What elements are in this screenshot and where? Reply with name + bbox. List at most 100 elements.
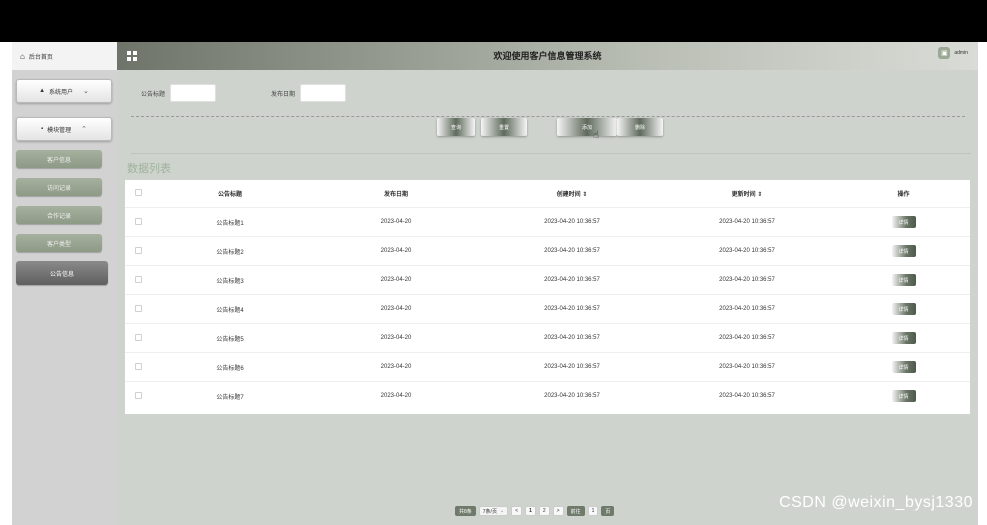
cell-updated: 2023-04-20 10:36:57: [719, 364, 775, 370]
goto-page-input[interactable]: 1: [587, 506, 599, 516]
user-icon: ▲: [39, 88, 46, 94]
detail-button[interactable]: 详情: [891, 216, 916, 228]
detail-button[interactable]: 详情: [891, 245, 916, 257]
cell-title: 公告标题2: [216, 249, 244, 256]
column-header: 发布日期: [383, 192, 408, 198]
browser-top-bar: [0, 0, 987, 42]
date-filter-input[interactable]: [300, 84, 347, 102]
section-title: 数据列表: [127, 163, 171, 175]
sidebar-group-label: 模块管理: [47, 127, 72, 134]
reset-button[interactable]: 重置: [481, 118, 527, 136]
chevron-up-icon: ⌃: [81, 126, 88, 133]
sidebar-item-label: 访问记录: [46, 185, 71, 192]
goto-label: 前往: [566, 506, 585, 516]
cell-date: 2023-04-20: [380, 306, 412, 312]
cell-created: 2023-04-20 10:36:57: [544, 306, 600, 312]
sidebar-item-label: 客户类型: [46, 241, 71, 248]
sidebar-item-label: 公告信息: [49, 271, 74, 278]
row-checkbox[interactable]: [135, 391, 142, 399]
sidebar-item-announcements[interactable]: 公告信息: [16, 261, 108, 285]
total-count: 共8条: [455, 506, 476, 516]
table-row: 公告标题1 2023-04-20 2023-04-20 10:36:57 202…: [125, 207, 970, 236]
column-header[interactable]: 更新时间 ⇕: [657, 189, 837, 198]
table-header: 公告标题 发布日期 创建时间 ⇕ 更新时间 ⇕ 操作: [125, 180, 970, 207]
cell-title: 公告标题1: [216, 220, 244, 227]
row-checkbox[interactable]: [135, 246, 142, 254]
next-page-button[interactable]: >: [552, 506, 564, 516]
sidebar-item-cooperation-records[interactable]: 合作记录: [16, 206, 102, 224]
row-checkbox[interactable]: [135, 362, 142, 370]
app-window: ⌂ 后台首页 ▲ 系统用户 ⌄ ▪ 模块管理 ⌃ 客户信息 访问记录 合作记录 …: [12, 42, 978, 525]
detail-button[interactable]: 详情: [891, 274, 916, 286]
user-menu[interactable]: ▣ admin: [938, 47, 968, 59]
column-header: 公告标题: [217, 192, 242, 198]
date-filter-label: 发布日期: [271, 91, 296, 98]
cell-date: 2023-04-20: [380, 277, 412, 283]
avatar-icon: ▣: [938, 47, 951, 59]
title-filter-input[interactable]: [170, 84, 217, 102]
cell-updated: 2023-04-20 10:36:57: [719, 248, 775, 254]
cell-title: 公告标题5: [216, 336, 244, 343]
cell-date: 2023-04-20: [380, 364, 412, 370]
sidebar-group-module-management[interactable]: ▪ 模块管理 ⌃: [16, 117, 112, 141]
row-checkbox[interactable]: [135, 333, 142, 341]
table-row: 公告标题3 2023-04-20 2023-04-20 10:36:57 202…: [125, 265, 970, 294]
main-content: 欢迎使用客户信息管理系统 ▣ admin 公告标题 发布日期 查询 重置 添加 …: [117, 42, 978, 525]
cell-created: 2023-04-20 10:36:57: [544, 248, 600, 254]
page-suffix: 页: [601, 506, 615, 516]
page-title: 欢迎使用客户信息管理系统: [493, 51, 602, 61]
cell-title: 公告标题3: [216, 278, 244, 285]
cell-created: 2023-04-20 10:36:57: [544, 277, 600, 283]
sidebar-item-customer-info[interactable]: 客户信息: [16, 150, 102, 168]
row-checkbox[interactable]: [135, 275, 142, 283]
sidebar-item-customer-type[interactable]: 客户类型: [16, 234, 102, 252]
cell-created: 2023-04-20 10:36:57: [544, 335, 600, 341]
prev-page-button[interactable]: <: [511, 506, 523, 516]
sidebar-group-label: 系统用户: [49, 89, 74, 96]
cell-date: 2023-04-20: [380, 248, 412, 254]
cell-updated: 2023-04-20 10:36:57: [719, 335, 775, 341]
page-size-select[interactable]: 7条/页 ⌄: [478, 506, 509, 516]
column-header[interactable]: 创建时间 ⇕: [487, 189, 657, 198]
delete-button[interactable]: 删除: [617, 118, 663, 136]
detail-button[interactable]: 详情: [891, 332, 916, 344]
cell-title: 公告标题7: [216, 394, 244, 401]
cell-updated: 2023-04-20 10:36:57: [719, 219, 775, 225]
header-bar: 欢迎使用客户信息管理系统 ▣ admin: [117, 42, 978, 70]
cell-updated: 2023-04-20 10:36:57: [719, 277, 775, 283]
page-2-button[interactable]: 2: [538, 506, 550, 516]
detail-button[interactable]: 详情: [891, 390, 916, 402]
sidebar-item-visit-records[interactable]: 访问记录: [16, 178, 102, 196]
home-icon: ⌂: [20, 51, 25, 61]
chevron-down-icon: ⌄: [83, 88, 89, 95]
detail-button[interactable]: 详情: [891, 361, 916, 373]
sidebar-group-system-users[interactable]: ▲ 系统用户 ⌄: [16, 79, 112, 103]
cell-created: 2023-04-20 10:36:57: [544, 364, 600, 370]
divider: [131, 153, 971, 154]
sidebar: ⌂ 后台首页 ▲ 系统用户 ⌄ ▪ 模块管理 ⌃ 客户信息 访问记录 合作记录 …: [12, 42, 117, 525]
cell-created: 2023-04-20 10:36:57: [544, 219, 600, 225]
cell-title: 公告标题4: [216, 307, 244, 314]
table-row: 公告标题7 2023-04-20 2023-04-20 10:36:57 202…: [125, 381, 970, 410]
row-checkbox[interactable]: [135, 217, 142, 225]
title-filter-label: 公告标题: [141, 91, 166, 98]
table-row: 公告标题6 2023-04-20 2023-04-20 10:36:57 202…: [125, 352, 970, 381]
table-row: 公告标题5 2023-04-20 2023-04-20 10:36:57 202…: [125, 323, 970, 352]
row-checkbox[interactable]: [135, 304, 142, 312]
username: admin: [954, 50, 968, 56]
query-button[interactable]: 查询: [437, 118, 475, 136]
cell-date: 2023-04-20: [380, 335, 412, 341]
sidebar-home-link[interactable]: ⌂ 后台首页: [12, 42, 117, 70]
cell-created: 2023-04-20 10:36:57: [544, 393, 600, 399]
grid-icon: ▪: [40, 126, 44, 132]
sidebar-item-label: 客户信息: [46, 157, 71, 164]
chevron-down-icon: ⌄: [499, 508, 505, 514]
page-1-button[interactable]: 1: [525, 506, 536, 516]
select-all-checkbox[interactable]: [135, 189, 142, 196]
column-header: 操作: [897, 192, 910, 198]
watermark: CSDN @weixin_bysj1330: [779, 494, 973, 511]
detail-button[interactable]: 详情: [891, 303, 916, 315]
add-button[interactable]: 添加: [557, 118, 617, 136]
cell-updated: 2023-04-20 10:36:57: [719, 393, 775, 399]
cell-updated: 2023-04-20 10:36:57: [719, 306, 775, 312]
